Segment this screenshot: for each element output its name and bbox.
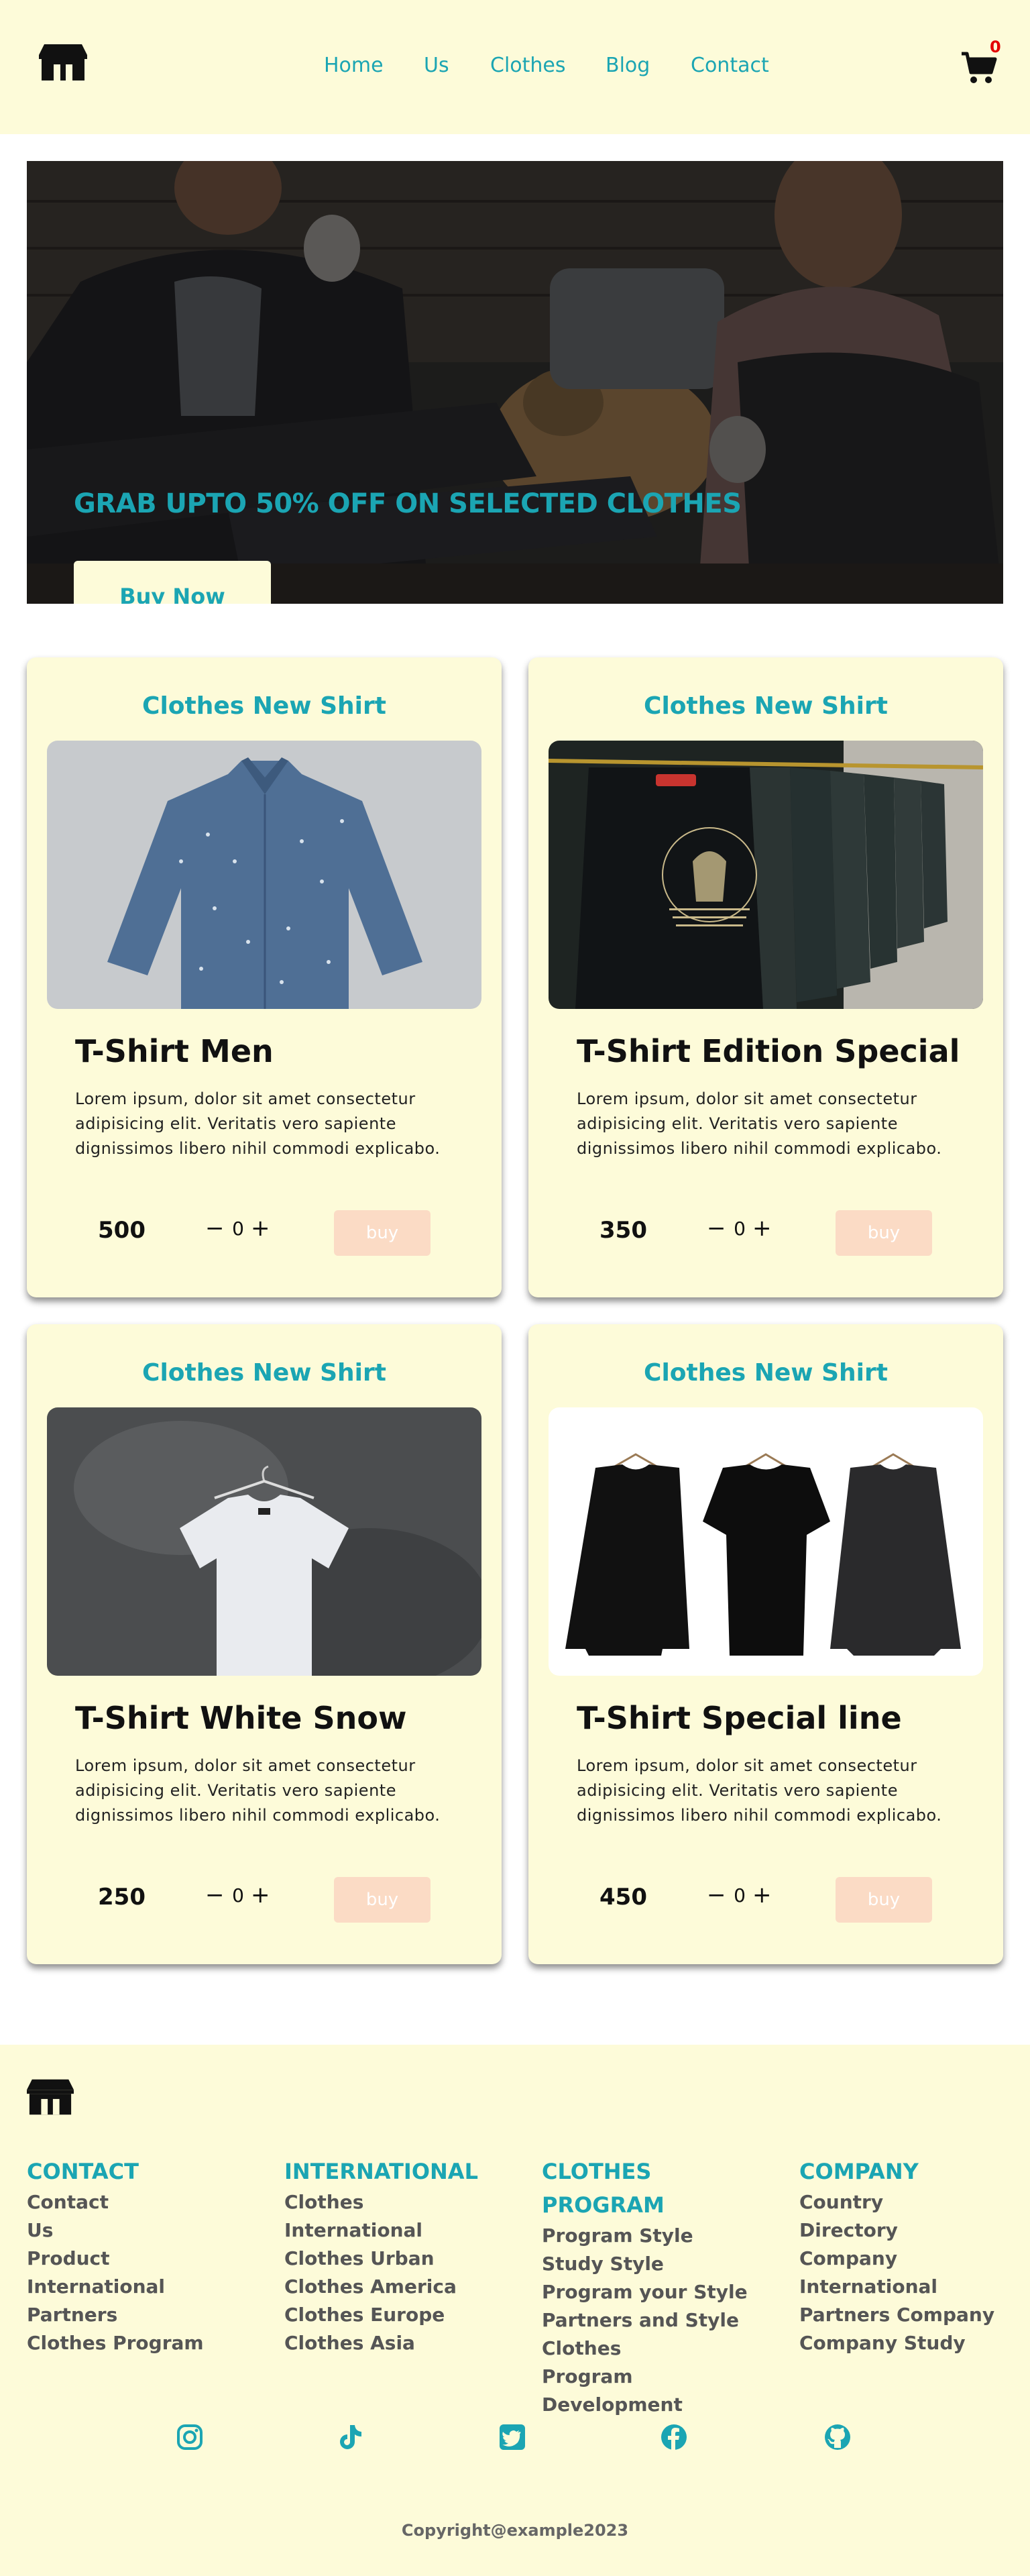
quantity-stepper: − 0 + [205, 1212, 271, 1245]
cart-count-badge: 0 [990, 38, 1001, 56]
tiktok-icon[interactable] [337, 2424, 363, 2451]
site-footer: CONTACT Contact Us Product International… [0, 2045, 1030, 2576]
product-description: Lorem ipsum, dolor sit amet consectetur … [75, 1089, 441, 1158]
increase-button[interactable]: + [752, 1215, 772, 1242]
footer-link[interactable]: Partners [27, 2301, 255, 2329]
copyright: Copyright@example2023 [401, 2521, 629, 2540]
twitter-icon[interactable] [499, 2424, 526, 2451]
decrease-button[interactable]: − [205, 1215, 225, 1242]
footer-column-clothes-program: CLOTHES PROGRAM Program Style Study Styl… [542, 2155, 748, 2419]
product-image-white-tshirt-on-hanger [47, 1407, 481, 1676]
footer-link[interactable]: Clothes Asia [284, 2329, 512, 2357]
product-image-blue-denim-shirt [47, 741, 481, 1009]
nav-home[interactable]: Home [324, 54, 384, 77]
hero-banner: GRAB UPTO 50% OFF ON SELECTED CLOTHES Bu… [27, 161, 1003, 604]
footer-link[interactable]: Partners Company [799, 2301, 1027, 2329]
product-title: T-Shirt White Snow [75, 1700, 407, 1736]
buy-button[interactable]: buy [334, 1877, 431, 1923]
product-price: 250 [98, 1884, 146, 1911]
footer-link[interactable]: Study Style [542, 2250, 703, 2278]
nav-clothes[interactable]: Clothes [490, 54, 566, 77]
product-title: T-Shirt Special line [577, 1700, 902, 1736]
product-image-black-tshirts-on-rack [549, 741, 983, 1009]
increase-button[interactable]: + [251, 1882, 271, 1909]
card-heading: Clothes New Shirt [142, 692, 386, 720]
footer-link[interactable]: Product [27, 2245, 255, 2273]
quantity-stepper: − 0 + [205, 1878, 271, 1912]
product-card: Clothes New Shirt T-Shirt Special line L… [528, 1324, 1003, 1964]
buy-button[interactable]: buy [836, 1877, 932, 1923]
footer-link[interactable]: Company [799, 2245, 1027, 2273]
footer-link[interactable]: Contact [27, 2188, 255, 2216]
quantity-value: 0 [232, 1217, 244, 1240]
footer-link[interactable]: Country [799, 2188, 1027, 2216]
footer-column-title: COMPANY [799, 2159, 919, 2184]
decrease-button[interactable]: − [707, 1215, 727, 1242]
footer-link[interactable]: Clothes [284, 2188, 512, 2216]
footer-link[interactable]: Clothes Program Development [542, 2334, 703, 2419]
product-image-three-black-shirts [549, 1407, 983, 1676]
site-header: Home Us Clothes Blog Contact 0 [0, 0, 1030, 134]
decrease-button[interactable]: − [205, 1882, 225, 1909]
product-card: Clothes New Shirt T-Shirt White Snow Lor… [27, 1324, 502, 1964]
footer-link[interactable]: Clothes Urban [284, 2245, 512, 2273]
product-description: Lorem ipsum, dolor sit amet consectetur … [75, 1756, 441, 1825]
card-heading: Clothes New Shirt [644, 692, 888, 720]
footer-column-company: COMPANY Country Directory Company Intern… [799, 2155, 1027, 2357]
nav-contact[interactable]: Contact [691, 54, 769, 77]
footer-column-title: CLOTHES PROGRAM [542, 2159, 665, 2218]
product-price: 450 [599, 1884, 647, 1911]
footer-link[interactable]: International [799, 2273, 1027, 2301]
footer-column-international: INTERNATIONAL Clothes International Clot… [284, 2155, 512, 2357]
hero-title: GRAB UPTO 50% OFF ON SELECTED CLOTHES [74, 488, 742, 519]
product-title: T-Shirt Men [75, 1033, 274, 1069]
product-price: 500 [98, 1217, 146, 1244]
decrease-button[interactable]: − [707, 1882, 727, 1909]
increase-button[interactable]: + [251, 1215, 271, 1242]
footer-column-title: CONTACT [27, 2159, 139, 2184]
quantity-stepper: − 0 + [707, 1878, 772, 1912]
product-description: Lorem ipsum, dolor sit amet consectetur … [577, 1756, 942, 1825]
facebook-icon[interactable] [661, 2424, 687, 2451]
footer-link[interactable]: International [284, 2216, 512, 2245]
footer-link[interactable]: Clothes Program [27, 2329, 255, 2357]
footer-link[interactable]: Clothes America [284, 2273, 512, 2301]
buy-now-button[interactable]: Buy Now [74, 561, 271, 604]
nav-blog[interactable]: Blog [606, 54, 650, 77]
product-price: 350 [599, 1217, 647, 1244]
nav-us[interactable]: Us [424, 54, 449, 77]
footer-column-title: INTERNATIONAL [284, 2159, 478, 2184]
footer-link[interactable]: Program Style [542, 2222, 703, 2250]
card-heading: Clothes New Shirt [644, 1359, 888, 1387]
card-heading: Clothes New Shirt [142, 1359, 386, 1387]
product-card: Clothes New Shirt T-Shirt Men Lorem ipsu… [27, 657, 502, 1297]
increase-button[interactable]: + [752, 1882, 772, 1909]
main-nav: Home Us Clothes Blog Contact [0, 54, 1030, 80]
store-logo-icon[interactable] [27, 2078, 74, 2116]
footer-link[interactable]: Clothes Europe [284, 2301, 512, 2329]
footer-link[interactable]: Company Study [799, 2329, 1027, 2357]
product-card: Clothes New Shirt T-Shirt Edition Specia… [528, 657, 1003, 1297]
footer-link[interactable]: International [27, 2273, 255, 2301]
hero-photo [27, 161, 1003, 604]
product-description: Lorem ipsum, dolor sit amet consectetur … [577, 1089, 942, 1158]
product-title: T-Shirt Edition Special [577, 1033, 960, 1069]
buy-button[interactable]: buy [836, 1210, 932, 1256]
footer-link[interactable]: Us [27, 2216, 255, 2245]
quantity-stepper: − 0 + [707, 1212, 772, 1245]
instagram-icon[interactable] [176, 2424, 203, 2451]
footer-column-contact: CONTACT Contact Us Product International… [27, 2155, 255, 2357]
quantity-value: 0 [734, 1884, 746, 1907]
quantity-value: 0 [232, 1884, 244, 1907]
buy-button[interactable]: buy [334, 1210, 431, 1256]
github-icon[interactable] [824, 2424, 851, 2451]
footer-link[interactable]: Partners and Style [542, 2306, 739, 2334]
quantity-value: 0 [734, 1217, 746, 1240]
footer-link[interactable]: Directory [799, 2216, 1027, 2245]
footer-link[interactable]: Program your Style [542, 2278, 748, 2306]
